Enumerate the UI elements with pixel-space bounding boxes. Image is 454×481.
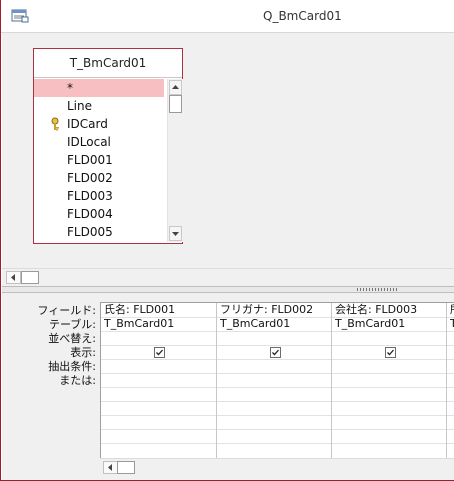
field-item[interactable]: Line — [34, 97, 164, 115]
table-pane[interactable]: T_BmCard01 * Line IDCard IDLocal FLD001 FLD00… — [2, 33, 454, 268]
field-item[interactable]: IDCard — [34, 115, 164, 133]
checkbox-checked-icon — [272, 349, 279, 356]
table-cell[interactable]: T_BmCard01 — [220, 317, 290, 331]
grid-row-label: 表示: — [70, 346, 96, 359]
checkbox-checked-icon — [387, 349, 394, 356]
field-item[interactable]: FLD005 — [34, 223, 164, 241]
query-window-icon — [11, 9, 29, 23]
scroll-left-button[interactable] — [103, 461, 118, 474]
grid-row-label: 抽出条件: — [48, 360, 96, 373]
or-cell[interactable] — [450, 373, 454, 387]
chevron-down-icon — [172, 232, 179, 236]
grid-row-label: フィールド: — [37, 304, 97, 317]
show-checkbox[interactable] — [385, 347, 396, 358]
query-design-window: Q_BmCard01 T_BmCard01 * Line IDCard IDLocal… — [0, 0, 454, 481]
field-name: FLD004 — [67, 207, 113, 221]
field-item[interactable]: * — [34, 79, 164, 97]
scroll-thumb[interactable] — [169, 95, 182, 113]
table-pane-scrollbar[interactable] — [2, 268, 454, 286]
criteria-cell[interactable] — [335, 359, 435, 373]
primary-key-icon — [51, 117, 59, 131]
or-cell[interactable] — [220, 373, 320, 387]
field-item[interactable]: FLD002 — [34, 169, 164, 187]
checkbox-checked-icon — [156, 349, 163, 356]
grid-column[interactable]: 氏名: FLD001 T_BmCard01 — [101, 303, 217, 458]
field-name: FLD003 — [67, 189, 113, 203]
criteria-cell[interactable] — [104, 359, 204, 373]
field-name: FLD005 — [67, 225, 113, 239]
table-cell[interactable]: T_BmCard01 — [104, 317, 174, 331]
table-cell[interactable]: T_BmCard01 — [335, 317, 405, 331]
scroll-thumb[interactable] — [21, 271, 39, 284]
grid-column[interactable]: 所T — [447, 303, 454, 458]
field-item[interactable]: FLD004 — [34, 205, 164, 223]
field-name: FLD001 — [67, 153, 113, 167]
criteria-cell[interactable] — [220, 359, 320, 373]
grid-row-label: テーブル: — [48, 318, 96, 331]
show-checkbox[interactable] — [154, 347, 165, 358]
grid-row-label: 並べ替え: — [48, 332, 96, 345]
table-cell[interactable]: T — [450, 317, 454, 331]
table-title[interactable]: T_BmCard01 — [34, 49, 182, 78]
field-name: FLD002 — [67, 171, 113, 185]
chevron-left-icon — [108, 464, 112, 471]
field-cell[interactable]: 所 — [450, 303, 454, 317]
field-cell[interactable]: フリガナ: FLD002 — [220, 303, 313, 317]
or-cell[interactable] — [335, 373, 435, 387]
field-name: IDCard — [67, 117, 108, 131]
or-cell[interactable] — [104, 373, 204, 387]
chevron-left-icon — [11, 274, 15, 281]
field-list[interactable]: * Line IDCard IDLocal FLD001 FLD002 FLD003 FLD0… — [34, 78, 168, 242]
chevron-up-icon — [172, 85, 179, 89]
scroll-left-button[interactable] — [6, 271, 21, 284]
field-list-scrollbar[interactable] — [167, 79, 183, 242]
field-item[interactable]: FLD001 — [34, 151, 164, 169]
table-field-list[interactable]: T_BmCard01 * Line IDCard IDLocal FLD001 FLD00… — [33, 48, 183, 244]
field-name: Line — [67, 99, 93, 113]
design-grid-scrollbar[interactable] — [100, 458, 454, 476]
design-grid[interactable]: 氏名: FLD001 T_BmCard01 フリガナ: FLD002 T_BmCard… — [100, 302, 454, 458]
scroll-down-button[interactable] — [169, 226, 182, 241]
field-name: * — [67, 81, 73, 95]
grid-column[interactable]: 会社名: FLD003 T_BmCard01 — [332, 303, 447, 458]
scroll-thumb[interactable] — [117, 461, 135, 474]
design-grid-pane[interactable]: フィールド: テーブル: 並べ替え: 表示: 抽出条件: または: 氏名: FLD001 T… — [2, 293, 454, 480]
grid-row-label: または: — [59, 374, 96, 387]
grid-column[interactable]: フリガナ: FLD002 T_BmCard01 — [217, 303, 332, 458]
window-title: Q_BmCard01 — [263, 9, 342, 23]
pane-splitter[interactable] — [2, 286, 454, 293]
field-item[interactable]: FLD003 — [34, 187, 164, 205]
field-cell[interactable]: 会社名: FLD003 — [335, 303, 417, 317]
splitter-grip[interactable] — [357, 288, 397, 291]
show-checkbox[interactable] — [270, 347, 281, 358]
window-titlebar[interactable]: Q_BmCard01 — [1, 0, 454, 33]
field-item[interactable]: IDLocal — [34, 133, 164, 151]
scroll-up-button[interactable] — [169, 80, 182, 95]
field-cell[interactable]: 氏名: FLD001 — [104, 303, 175, 317]
field-name: IDLocal — [67, 135, 111, 149]
criteria-cell[interactable] — [450, 359, 454, 373]
